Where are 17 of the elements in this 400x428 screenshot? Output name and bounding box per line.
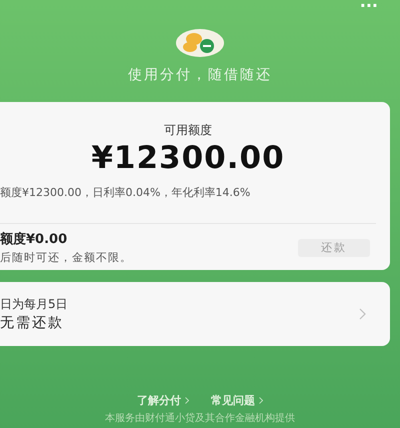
available-credit-label: 可用额度 <box>164 122 212 139</box>
repay-status: 无需还款 <box>0 314 65 332</box>
chevron-right-icon <box>259 397 263 404</box>
due-date-text: 日为每月5日 <box>0 296 69 312</box>
more-icon[interactable]: ··· <box>360 0 378 18</box>
bill-card[interactable]: 日为每月5日 无需还款 <box>0 282 390 346</box>
repay-note: 后随时可还，金额不限。 <box>0 250 133 266</box>
credit-amount: ¥12300.00 <box>91 139 285 178</box>
chevron-right-icon <box>359 308 366 320</box>
owed-amount: 额度¥0.00 <box>0 230 68 250</box>
footer-link[interactable]: 了解分付 <box>137 392 189 409</box>
logo-icon <box>175 28 225 58</box>
chevron-right-icon <box>185 397 189 404</box>
footer-link[interactable]: 常见问题 <box>211 392 263 409</box>
credit-details: 额度¥12300.00，日利率0.04%，年化利率14.6% <box>0 184 252 201</box>
tagline: 使用分付，随借随还 <box>128 66 272 85</box>
service-notice: 本服务由财付通小贷及其合作金融机构提供 <box>104 412 296 426</box>
